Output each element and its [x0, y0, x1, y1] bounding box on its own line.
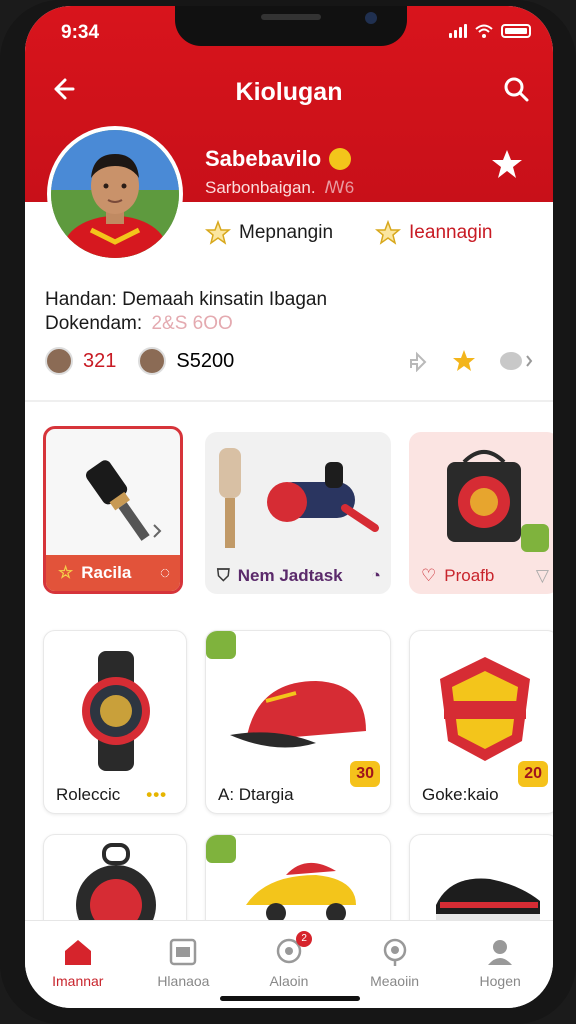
location-icon: [383, 938, 406, 966]
profile-actions: Mepnangin Ieannagin: [205, 220, 493, 246]
signal-icon: [449, 24, 467, 38]
app-screen: 9:34 Kiolugan Sabebavilo Sarbonbaigan. ꟿ…: [25, 6, 553, 1008]
nav-item-gallery[interactable]: Hlanaoa: [131, 921, 237, 1008]
stats-row: 321 S5200: [45, 344, 535, 378]
subtitle-suffix: ꟿ6: [324, 178, 355, 197]
avatar: [138, 347, 167, 375]
stats-actions: [407, 348, 535, 374]
product-card[interactable]: [205, 834, 391, 934]
nav-item-profile[interactable]: Hogen: [447, 921, 553, 1008]
status-time: 9:34: [61, 22, 100, 43]
avatar[interactable]: [47, 126, 183, 262]
player-portrait: [51, 130, 179, 258]
star-outline-icon: [375, 220, 402, 245]
tools-image: [219, 448, 379, 548]
product-card[interactable]: ☆ Racila ◌: [43, 426, 183, 594]
badge-image: [440, 657, 530, 761]
product-label: ⛉ Nem Jadtask ◔: [217, 566, 381, 585]
watch-image: [82, 651, 150, 771]
tag-icon: [206, 631, 236, 659]
favorite-star-icon[interactable]: [489, 146, 525, 182]
filter-icon: ▽: [535, 566, 549, 585]
home-indicator: [220, 996, 360, 1001]
nav-item-home[interactable]: Imannar: [25, 921, 131, 1008]
page-title: Kiolugan: [235, 78, 343, 106]
share-icon[interactable]: [407, 350, 429, 372]
star-icon[interactable]: [451, 348, 477, 374]
product-card[interactable]: ♡ Proafb ▽: [409, 432, 553, 594]
comment-icon[interactable]: [499, 350, 535, 372]
front-camera: [365, 12, 377, 24]
gallery-icon: [170, 938, 197, 966]
bottom-nav: Imannar Hlanaoa 2 Alaoin Meaoiin Hogen: [25, 920, 553, 1008]
product-label: ☆ Racila ◌: [46, 555, 180, 591]
user-icon: [488, 940, 513, 965]
nav-item-map[interactable]: Meaoiin: [342, 921, 448, 1008]
search-icon[interactable]: [501, 74, 531, 104]
heart-icon: ♡: [421, 566, 437, 585]
divider: [25, 400, 553, 402]
info-line-1: Handan: Demaah kinsatin Ibagan: [45, 289, 328, 310]
speaker-grill: [261, 14, 321, 20]
nav-item-chat[interactable]: 2 Alaoin: [236, 921, 342, 1008]
torch-image: [85, 460, 162, 541]
product-card[interactable]: Roleccic •••: [43, 630, 187, 814]
avatar: [45, 347, 73, 375]
product-card[interactable]: 30 A: Dtargia: [205, 630, 391, 814]
bag-image: [447, 450, 549, 552]
follow-button[interactable]: Mepnangin: [205, 220, 333, 246]
product-card[interactable]: 20 Goke:kaio: [409, 630, 553, 814]
tag-icon: [206, 835, 236, 863]
product-label: Goke:kaio: [422, 785, 499, 804]
product-label: ♡ Proafb ▽: [421, 566, 549, 585]
device-notch: [175, 6, 407, 46]
verified-badge-icon: [329, 148, 352, 170]
product-label: A: Dtargia: [218, 785, 294, 804]
profile-info: Handan: Demaah kinsatin Ibagan Dokendam:…: [45, 288, 327, 336]
star-outline-icon: [205, 220, 231, 245]
stat-value: S5200: [176, 349, 235, 372]
product-card[interactable]: [409, 834, 553, 934]
phone-frame: 9:34 Kiolugan Sabebavilo Sarbonbaigan. ꟿ…: [0, 0, 576, 1024]
star-icon: ☆: [58, 563, 74, 582]
product-card[interactable]: ⛉ Nem Jadtask ◔: [205, 432, 391, 594]
product-label: Roleccic •••: [56, 785, 168, 804]
message-button[interactable]: Ieannagin: [375, 220, 493, 246]
refresh-icon: ◌: [159, 563, 170, 582]
emblem-icon: ⛉: [217, 566, 230, 585]
info-line-2: Dokendam: 2&S 6OO: [45, 313, 233, 334]
notification-badge: 2: [296, 931, 313, 947]
more-dots: •••: [146, 785, 168, 804]
wifi-icon: [475, 24, 493, 38]
profile-subtitle: Sarbonbaigan. ꟿ6: [205, 178, 355, 197]
battery-icon: [501, 24, 531, 38]
refresh-icon: ◔: [370, 566, 381, 585]
stat-value: 321: [83, 349, 117, 372]
product-card[interactable]: [43, 834, 187, 934]
home-icon: [64, 940, 91, 965]
profile-name: Sabebavilo: [205, 146, 352, 172]
status-icons: [449, 24, 531, 38]
